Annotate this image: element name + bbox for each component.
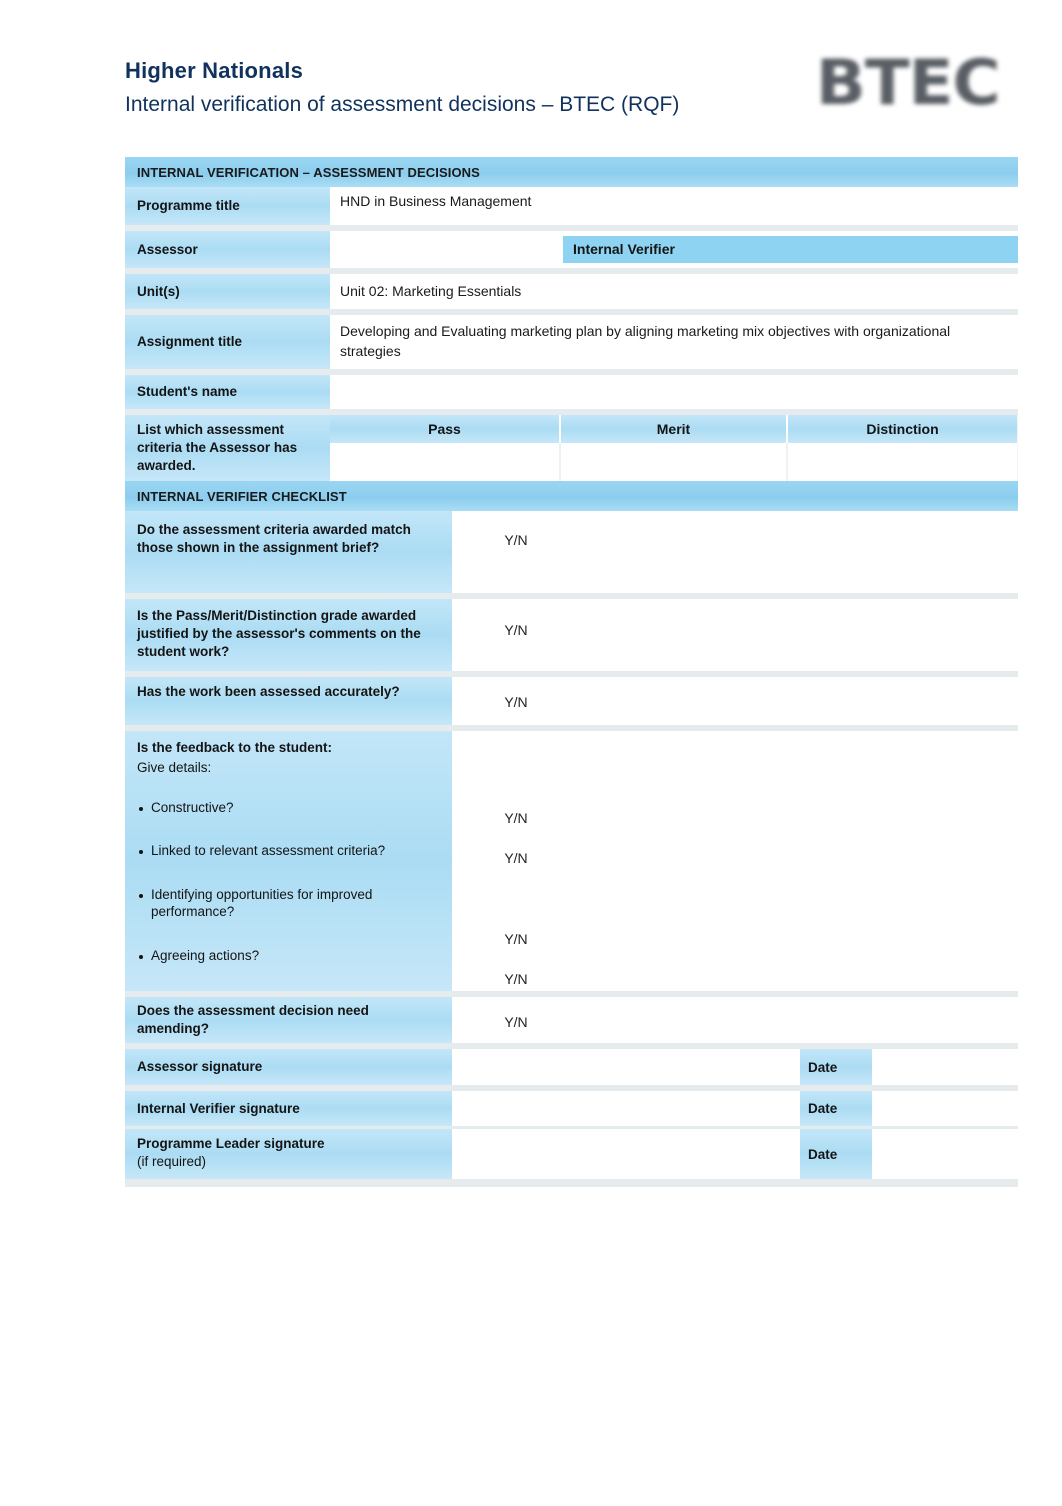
checklist-comment-1[interactable] [578, 511, 1018, 593]
amend-answer[interactable]: Y/N [452, 997, 578, 1043]
yn-token: Y/N [504, 1014, 528, 1030]
internal-verification-form: INTERNAL VERIFICATION – ASSESSMENT DECIS… [125, 157, 1018, 1187]
signature-row-programme-leader: Programme Leader signature (if required)… [125, 1129, 1018, 1179]
signature-row-internal-verifier: Internal Verifier signature Date [125, 1091, 1018, 1126]
label-assessor-date: Date [800, 1049, 872, 1085]
yn-token: Y/N [504, 694, 528, 710]
criteria-header-row: Pass Merit Distinction [330, 415, 1018, 443]
yn-token: Y/N [504, 622, 528, 638]
feedback-heading: Is the feedback to the student: [137, 740, 333, 755]
checklist-answer-1[interactable]: Y/N [452, 511, 578, 593]
label-assessor-signature: Assessor signature [125, 1049, 452, 1085]
label-internal-verifier-signature: Internal Verifier signature [125, 1091, 452, 1126]
btec-logo: BTEC [800, 36, 1015, 128]
yn-token-improved-performance: Y/N [504, 931, 528, 948]
checklist-row-feedback: Is the feedback to the student: Give det… [125, 731, 1018, 991]
checklist-question-2: Is the Pass/Merit/Distinction grade awar… [125, 599, 452, 671]
yn-token-constructive: Y/N [504, 810, 528, 826]
value-programme-leader-date[interactable] [872, 1129, 1018, 1179]
criteria-grid: Pass Merit Distinction [330, 415, 1018, 481]
row-units: Unit(s) Unit 02: Marketing Essentials [125, 274, 1018, 309]
label-programme-leader-date: Date [800, 1129, 872, 1179]
programme-leader-label-bold: Programme Leader signature [137, 1136, 325, 1151]
label-programme-title: Programme title [125, 187, 330, 225]
banner-assessment-decisions: INTERNAL VERIFICATION – ASSESSMENT DECIS… [125, 157, 1018, 187]
banner-verifier-checklist: INTERNAL VERIFIER CHECKLIST [125, 481, 1018, 511]
label-assignment-title: Assignment title [125, 315, 330, 369]
amend-comment[interactable] [578, 997, 1018, 1043]
label-programme-leader-signature: Programme Leader signature (if required) [125, 1129, 452, 1179]
document-header: Higher Nationals Internal verification o… [125, 58, 785, 118]
checklist-comment-2[interactable] [578, 599, 1018, 671]
value-units[interactable]: Unit 02: Marketing Essentials [330, 274, 1018, 309]
row-programme-title: Programme title HND in Business Manageme… [125, 187, 1018, 225]
value-assessor-date[interactable] [872, 1049, 1018, 1085]
checklist-answer-3[interactable]: Y/N [452, 677, 578, 725]
criteria-column-pass: Pass [330, 415, 559, 443]
row-assignment-title: Assignment title Developing and Evaluati… [125, 315, 1018, 369]
label-internal-verifier: Internal Verifier [563, 235, 1018, 264]
criteria-entry-row [330, 443, 1018, 481]
label-criteria-awarded: List which assessment criteria the Asses… [125, 415, 330, 481]
value-internal-verifier-signature[interactable] [452, 1091, 800, 1126]
feedback-bullet-list: Constructive? Linked to relevant assessm… [137, 799, 444, 971]
amend-question: Does the assessment decision need amendi… [125, 997, 452, 1043]
row-criteria: List which assessment criteria the Asses… [125, 415, 1018, 481]
yn-token-agreeing-actions: Y/N [504, 970, 528, 987]
feedback-bullet-linked-criteria: Linked to relevant assessment criteria? [137, 842, 444, 860]
label-units: Unit(s) [125, 274, 330, 309]
feedback-bullet-constructive: Constructive? [137, 799, 444, 817]
value-assignment-title[interactable]: Developing and Evaluating marketing plan… [330, 315, 1018, 369]
checklist-comment-3[interactable] [578, 677, 1018, 725]
yn-token: Y/N [504, 532, 528, 548]
value-assessor[interactable]: Internal Verifier [330, 231, 1018, 268]
label-assessor: Assessor [125, 231, 330, 268]
criteria-column-merit: Merit [559, 415, 788, 443]
checklist-row-amend: Does the assessment decision need amendi… [125, 997, 1018, 1043]
value-assessor-signature[interactable] [452, 1049, 800, 1085]
page-title: Higher Nationals [125, 58, 304, 83]
value-programme-title[interactable]: HND in Business Management [330, 187, 1018, 225]
yn-token-linked-criteria: Y/N [504, 849, 528, 866]
feedback-subheading: Give details: [137, 759, 212, 775]
label-internal-verifier-date: Date [800, 1091, 872, 1126]
criteria-value-pass[interactable] [330, 443, 559, 481]
feedback-bullet-agreeing-actions: Agreeing actions? [137, 947, 444, 965]
label-student-name: Student's name [125, 375, 330, 409]
checklist-question-1: Do the assessment criteria awarded match… [125, 511, 452, 593]
value-programme-leader-signature[interactable] [452, 1129, 800, 1179]
feedback-comment[interactable] [578, 731, 1018, 991]
feedback-bullet-improved-performance: Identifying opportunities for improved p… [137, 886, 444, 921]
programme-leader-label-plain: (if required) [137, 1153, 207, 1169]
criteria-value-merit[interactable] [559, 443, 788, 481]
criteria-column-distinction: Distinction [788, 415, 1017, 443]
value-student-name[interactable] [330, 375, 1018, 409]
row-assessor: Assessor Internal Verifier [125, 231, 1018, 268]
document-page: Higher Nationals Internal verification o… [0, 0, 1062, 1506]
feedback-answers[interactable]: Y/N Y/N Y/N Y/N [452, 731, 578, 991]
table-bottom-edge [125, 1179, 1018, 1187]
signature-row-assessor: Assessor signature Date [125, 1049, 1018, 1085]
page-subtitle: Internal verification of assessment deci… [125, 93, 680, 117]
checklist-question-3: Has the work been assessed accurately? [125, 677, 452, 725]
criteria-value-distinction[interactable] [788, 443, 1017, 481]
value-internal-verifier-date[interactable] [872, 1091, 1018, 1126]
checklist-answer-2[interactable]: Y/N [452, 599, 578, 671]
feedback-question-block: Is the feedback to the student: Give det… [125, 731, 452, 991]
row-student-name: Student's name [125, 375, 1018, 409]
checklist-row: Has the work been assessed accurately? Y… [125, 677, 1018, 725]
checklist-row: Is the Pass/Merit/Distinction grade awar… [125, 599, 1018, 671]
checklist-row: Do the assessment criteria awarded match… [125, 511, 1018, 593]
btec-logo-text: BTEC [815, 45, 1001, 119]
